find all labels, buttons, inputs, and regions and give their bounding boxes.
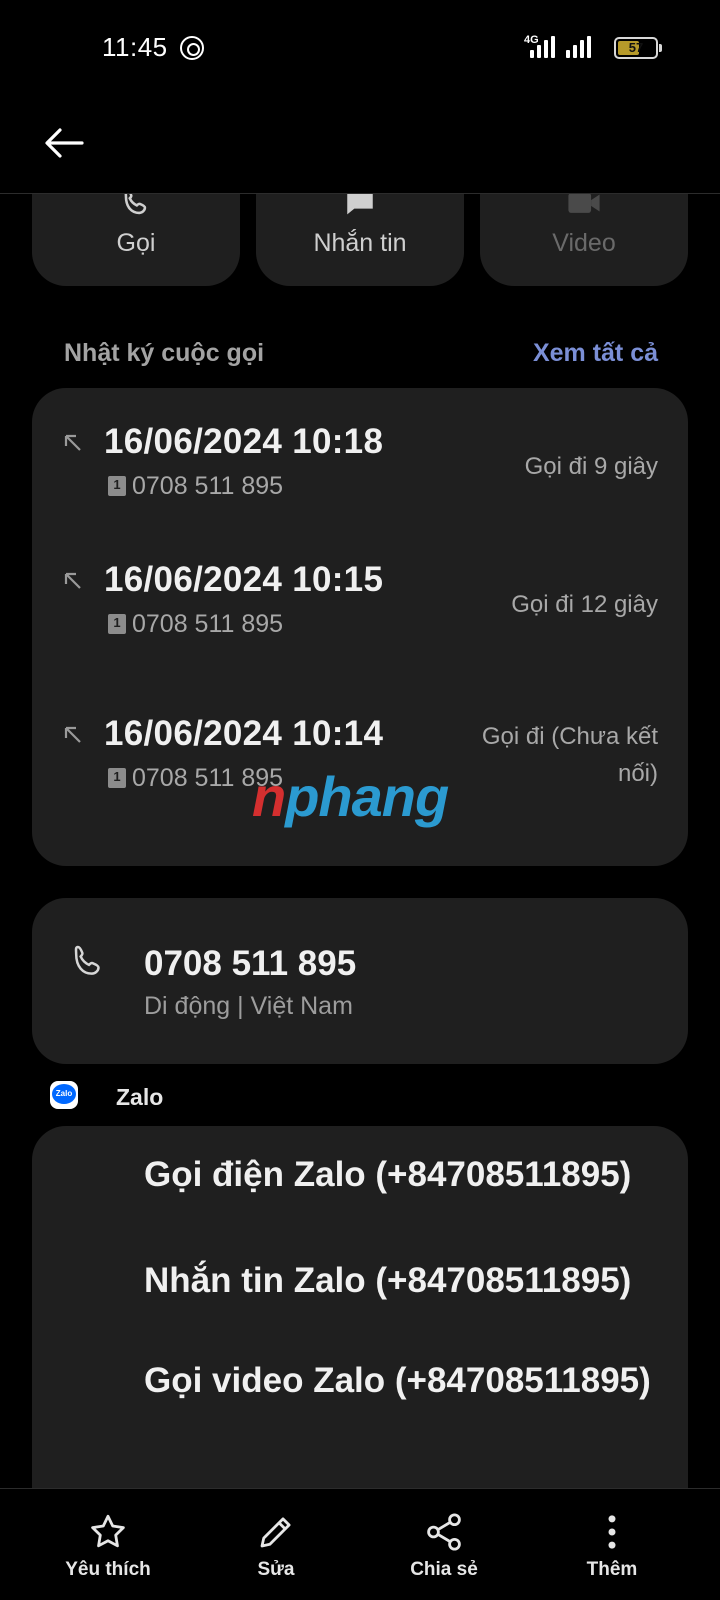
call-log-entry[interactable]: 16/06/2024 10:15 1 0708 511 895 Gọi đi 1… — [32, 560, 688, 690]
call-number: 0708 511 895 — [132, 610, 284, 638]
zalo-message-action[interactable]: Nhắn tin Zalo (+84708511895) — [144, 1258, 664, 1304]
share-icon — [427, 1513, 461, 1551]
sim-icon: 1 — [108, 476, 126, 496]
edit-button[interactable]: Sửa — [196, 1489, 356, 1600]
bottom-toolbar: Yêu thích Sửa Chia sẻ Thêm — [0, 1488, 720, 1600]
call-button-label: Gọi — [116, 229, 156, 257]
battery-level: 57 — [628, 40, 644, 55]
signal-icon — [530, 36, 555, 58]
sim-icon: 1 — [108, 768, 126, 788]
phone-number-card[interactable]: 0708 511 895 Di động | Việt Nam — [32, 898, 688, 1064]
zalo-logo: Zalo — [50, 1081, 78, 1109]
edit-label: Sửa — [257, 1559, 295, 1580]
star-icon — [91, 1514, 125, 1548]
top-bar — [0, 96, 720, 194]
more-button[interactable]: Thêm — [532, 1489, 692, 1600]
settings-status-icon — [180, 36, 204, 60]
contact-phone-number: 0708 511 895 — [144, 944, 357, 983]
status-time: 11:45 — [102, 32, 168, 62]
zalo-section-header: Zalo Zalo — [48, 1078, 348, 1118]
sim-icon: 1 — [108, 614, 126, 634]
status-bar: 11:45 4G 57 — [0, 0, 720, 96]
more-icon — [608, 1515, 616, 1549]
call-status: Gọi đi (Chưa kết nối) — [481, 723, 658, 787]
outgoing-call-icon — [64, 434, 81, 451]
favorite-label: Yêu thích — [65, 1559, 151, 1580]
battery-icon: 57 — [614, 37, 658, 59]
zalo-actions-card: Gọi điện Zalo (+84708511895) Nhắn tin Za… — [32, 1126, 688, 1526]
zalo-call-action[interactable]: Gọi điện Zalo (+84708511895) — [144, 1152, 664, 1198]
more-label: Thêm — [586, 1559, 638, 1580]
outgoing-call-icon — [64, 726, 81, 743]
message-button-label: Nhắn tin — [313, 229, 407, 257]
share-label: Chia sẻ — [410, 1559, 478, 1580]
phone-icon — [74, 945, 100, 975]
share-button[interactable]: Chia sẻ — [364, 1489, 524, 1600]
call-datetime: 16/06/2024 10:15 — [104, 560, 384, 599]
zalo-app-name: Zalo — [116, 1084, 164, 1110]
favorite-button[interactable]: Yêu thích — [28, 1489, 188, 1600]
back-arrow-icon[interactable] — [40, 118, 90, 168]
signal-icon — [566, 36, 591, 58]
outgoing-call-icon — [64, 572, 81, 589]
pencil-icon — [260, 1517, 291, 1548]
watermark-logo: nphang — [252, 765, 449, 828]
video-button-label: Video — [552, 229, 616, 257]
call-datetime: 16/06/2024 10:18 — [104, 422, 384, 461]
call-log-title: Nhật ký cuộc gọi — [64, 339, 265, 367]
call-datetime: 16/06/2024 10:14 — [104, 714, 384, 753]
call-status: Gọi đi 9 giây — [524, 453, 658, 480]
call-log-entry[interactable]: 16/06/2024 10:18 1 0708 511 895 Gọi đi 9… — [32, 422, 688, 552]
call-number: 0708 511 895 — [132, 472, 284, 500]
zalo-video-action[interactable]: Gọi video Zalo (+84708511895) — [144, 1358, 664, 1404]
contact-phone-type: Di động | Việt Nam — [144, 992, 353, 1020]
see-all-link[interactable]: Xem tất cả — [533, 339, 658, 368]
call-log-header: Nhật ký cuộc gọi Xem tất cả — [64, 335, 658, 375]
call-status: Gọi đi 12 giây — [511, 591, 658, 618]
